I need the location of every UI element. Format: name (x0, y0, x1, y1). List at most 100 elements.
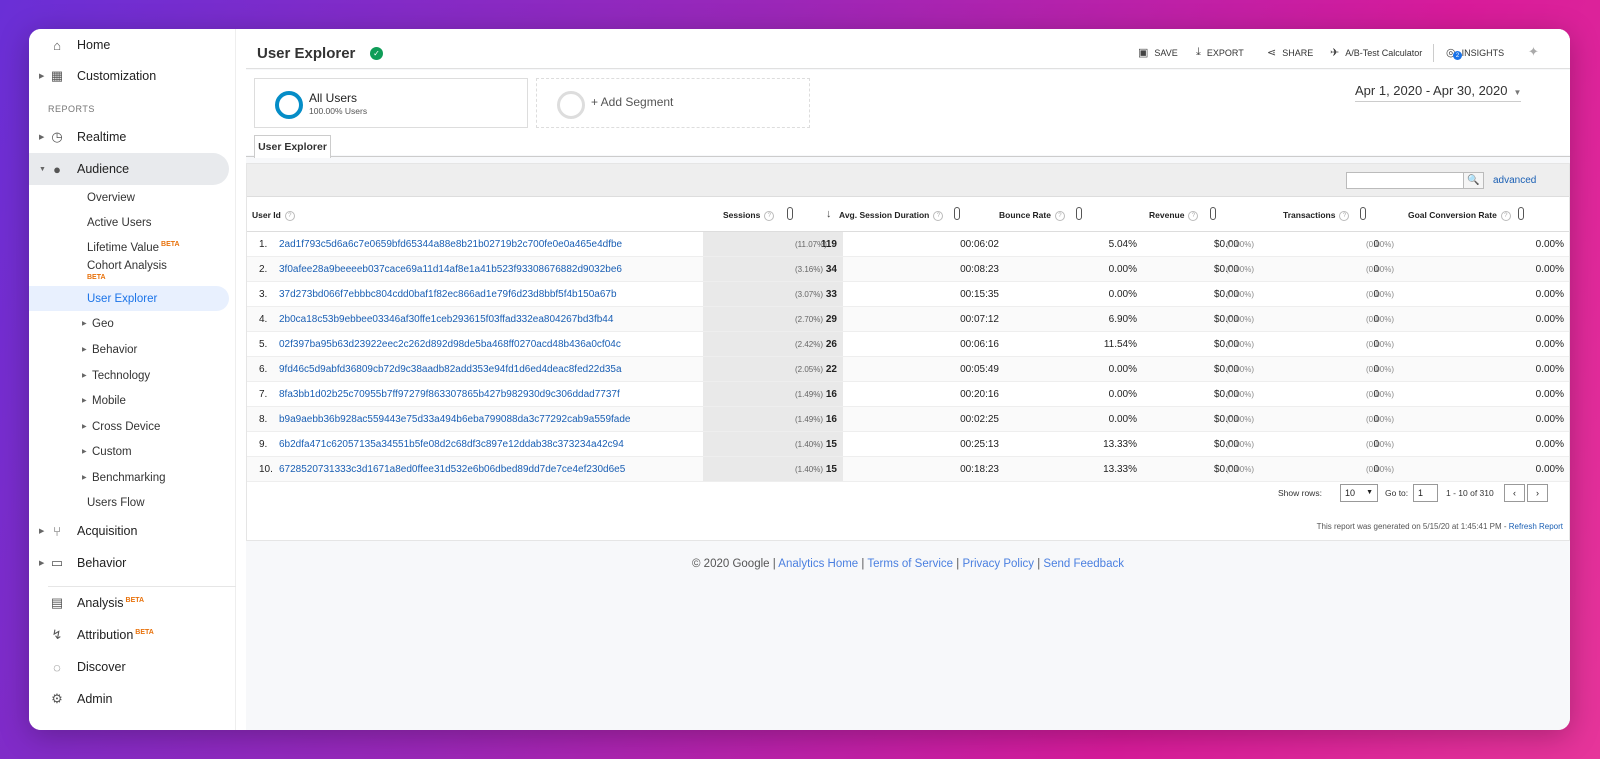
sidebar-item-active-users[interactable]: Active Users (29, 210, 229, 235)
report-table: 🔍 advanced User Id? Sessions? ↓ Avg. Ses… (246, 163, 1570, 541)
user-id-link[interactable]: 02f397ba95b63d23922eec2c262d892d98de5ba4… (279, 339, 621, 350)
export-button[interactable]: ⤓ EXPORT (1196, 46, 1244, 59)
beta-badge: BETA (135, 628, 154, 636)
sidebar-item-users-flow[interactable]: Users Flow (29, 490, 229, 515)
help-icon[interactable]: ? (1339, 210, 1350, 221)
column-header-revenue[interactable]: Revenue? (1149, 210, 1199, 221)
tab-user-explorer[interactable]: User Explorer (254, 135, 331, 158)
comparison-toggle-icon[interactable] (954, 207, 960, 220)
sidebar-item-mobile[interactable]: ▶ Mobile (29, 388, 229, 413)
sidebar-item-realtime[interactable]: ▶ ◷ Realtime (29, 121, 229, 153)
sidebar-item-geo[interactable]: ▶ Geo (29, 311, 229, 336)
help-icon[interactable]: ? (284, 210, 295, 221)
sidebar-item-behavior[interactable]: ▶ ▭ Behavior (29, 547, 229, 579)
beta-badge: BETA (161, 241, 180, 249)
column-header-avg-session-duration[interactable]: Avg. Session Duration? (839, 210, 944, 221)
terms-link[interactable]: Terms of Service (867, 558, 953, 570)
feedback-link[interactable]: Send Feedback (1043, 558, 1124, 570)
comparison-toggle-icon[interactable] (1076, 207, 1082, 220)
add-segment-button[interactable]: + Add Segment (536, 78, 810, 128)
comparison-toggle-icon[interactable] (787, 207, 793, 220)
sidebar-item-lifetime-value[interactable]: Lifetime Value BETA (29, 235, 229, 260)
comparison-toggle-icon[interactable] (1210, 207, 1216, 220)
column-header-bounce-rate[interactable]: Bounce Rate? (999, 210, 1065, 221)
transactions-percent: (0.00%) (1366, 365, 1395, 374)
comparison-toggle-icon[interactable] (1518, 207, 1524, 220)
help-icon[interactable]: ? (764, 210, 775, 221)
insights-badge: 2 (1453, 51, 1462, 60)
column-header-goal-conversion-rate[interactable]: Goal Conversion Rate? (1408, 210, 1511, 221)
user-id-link[interactable]: 2ad1f793c5d6a6c7e0659bfd65344a88e8b21b02… (279, 239, 622, 250)
transactions-percent: (0.00%) (1366, 415, 1395, 424)
column-header-sessions[interactable]: Sessions? (723, 210, 775, 221)
help-icon[interactable]: ? (1188, 210, 1199, 221)
page-title: User Explorer (257, 45, 356, 62)
save-button[interactable]: ▣ SAVE (1138, 46, 1178, 59)
show-rows-select[interactable]: 10 ▼ (1340, 484, 1378, 502)
advanced-filter-link[interactable]: advanced (1493, 175, 1536, 186)
attribution-path-icon: ↯ (51, 627, 63, 642)
user-id-link[interactable]: 6728520731333c3d1671a8ed0ffee31d532e6b06… (279, 464, 625, 475)
sidebar-item-behavior-sub[interactable]: ▶ Behavior (29, 337, 229, 362)
column-header-label: Sessions (723, 210, 761, 220)
sidebar-item-user-explorer[interactable]: User Explorer (29, 286, 229, 311)
sessions-percent: (3.16%) (795, 265, 824, 274)
segment-all-users[interactable]: All Users 100.00% Users (254, 78, 528, 128)
analytics-home-link[interactable]: Analytics Home (778, 558, 858, 570)
table-filter-input[interactable] (1346, 172, 1464, 189)
sidebar-item-analysis[interactable]: ▤ Analysis BETA (29, 587, 229, 619)
sidebar-item-discover[interactable]: ◌ Discover (29, 651, 229, 683)
user-id-link[interactable]: 3f0afee28a9beeeeb037cace69a11d14af8e1a41… (279, 264, 622, 275)
sidebar-item-audience[interactable]: ▼ ● Audience (29, 153, 229, 185)
bounce-rate-value: 0.00% (1108, 389, 1137, 400)
user-id-link[interactable]: 2b0ca18c53b9ebbee03346af30ffe1ceb293615f… (279, 314, 613, 325)
column-header-label: Transactions (1283, 210, 1336, 220)
date-range-picker[interactable]: Apr 1, 2020 - Apr 30, 2020 ▼ (1355, 83, 1522, 102)
prev-page-button[interactable]: ‹ (1504, 484, 1525, 502)
ab-test-calculator-button[interactable]: ✈ A/B-Test Calculator (1330, 46, 1422, 59)
user-id-link[interactable]: 6b2dfa471c62057135a34551b5fe08d2c68df3c8… (279, 439, 624, 450)
table-body: 1. 2ad1f793c5d6a6c7e0659bfd65344a88e8b21b… (247, 232, 1569, 482)
search-button[interactable]: 🔍 (1463, 172, 1484, 189)
sidebar-item-custom[interactable]: ▶ Custom (29, 439, 229, 464)
sidebar-item-technology[interactable]: ▶ Technology (29, 363, 229, 388)
help-icon[interactable]: ? (1054, 210, 1065, 221)
comparison-toggle-icon[interactable] (1360, 207, 1366, 220)
sidebar-item-cohort-analysis[interactable]: Cohort Analysis BETA (29, 258, 229, 286)
column-header-user-id[interactable]: User Id? (252, 210, 295, 221)
sidebar-item-acquisition[interactable]: ▶ ⑂ Acquisition (29, 515, 229, 547)
user-id-link[interactable]: 8fa3bb1d02b25c70955b7ff97279f863307865b4… (279, 389, 620, 400)
privacy-link[interactable]: Privacy Policy (962, 558, 1034, 570)
sidebar-item-overview[interactable]: Overview (29, 185, 229, 210)
goto-page-input[interactable]: 1 (1413, 484, 1438, 502)
refresh-report-link[interactable]: Refresh Report (1509, 522, 1563, 531)
chevron-down-icon: ▼ (1513, 88, 1522, 97)
insights-button[interactable]: ◎ 2 INSIGHTS (1446, 46, 1504, 60)
sessions-percent: (1.40%) (795, 465, 824, 474)
share-button[interactable]: ⋖ SHARE (1267, 46, 1313, 59)
sidebar-item-home[interactable]: ⌂ Home (29, 29, 229, 61)
sort-descending-icon[interactable]: ↓ (826, 208, 832, 220)
transactions-percent: (0.00%) (1366, 440, 1395, 449)
user-id-link[interactable]: 37d273bd066f7ebbbc804cdd0baf1f82ec866ad1… (279, 289, 617, 300)
sidebar-item-customization[interactable]: ▶ ▦ Customization (29, 60, 229, 92)
sidebar-item-attribution[interactable]: ↯ Attribution BETA (29, 619, 229, 651)
sessions-percent: (1.49%) (795, 390, 824, 399)
sidebar-item-label: Realtime (77, 130, 127, 144)
sessions-percent: (11.07%) (795, 240, 827, 249)
help-icon[interactable]: ? (1500, 210, 1511, 221)
caret-right-icon: ▶ (39, 73, 45, 80)
sidebar-item-benchmarking[interactable]: ▶ Benchmarking (29, 465, 229, 490)
user-id-link[interactable]: 9fd46c5d9abfd36809cb72d9c38aadb82add353e… (279, 364, 622, 375)
help-icon[interactable]: ? (933, 210, 944, 221)
pin-button[interactable]: ✦ (1528, 44, 1545, 60)
avg-duration-value: 00:06:02 (960, 239, 999, 250)
sidebar-item-admin[interactable]: ⚙ Admin (29, 683, 229, 715)
analysis-chart-icon: ▤ (50, 595, 64, 610)
caret-right-icon: ▶ (82, 398, 87, 404)
sidebar-item-cross-device[interactable]: ▶ Cross Device (29, 414, 229, 439)
user-id-link[interactable]: b9a9aebb36b928ac559443e75d33a494b6eba799… (279, 414, 630, 425)
footer-sep: | (1037, 558, 1041, 570)
next-page-button[interactable]: › (1527, 484, 1548, 502)
column-header-transactions[interactable]: Transactions? (1283, 210, 1350, 221)
